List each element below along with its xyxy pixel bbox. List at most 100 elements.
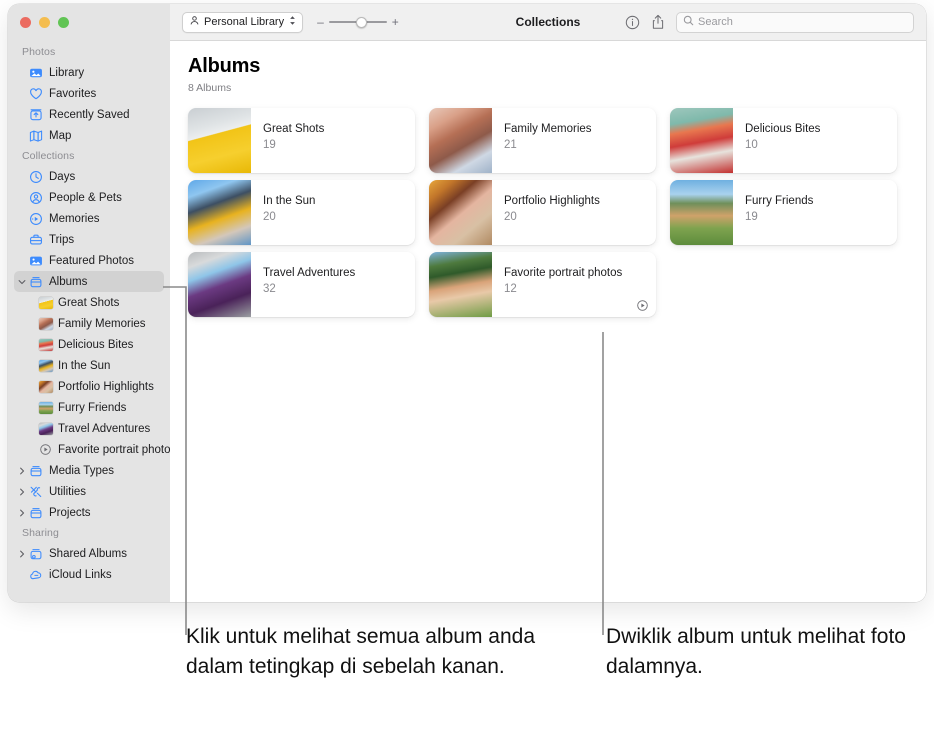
sidebar-item-label: Trips: [49, 233, 75, 246]
album-title: Furry Friends: [745, 195, 814, 207]
trips-icon: [28, 232, 43, 247]
recently-saved-icon: [28, 107, 43, 122]
minimize-button[interactable]: [39, 17, 50, 28]
sidebar-item-favorite-portrait-photos[interactable]: Favorite portrait photos: [14, 439, 176, 460]
album-thumbnail: [38, 401, 53, 414]
share-icon[interactable]: [651, 14, 665, 30]
slider-knob[interactable]: [355, 16, 367, 28]
album-card[interactable]: Family Memories 21: [429, 108, 656, 173]
album-meta: Furry Friends 19: [733, 180, 813, 245]
album-thumbnail-icon: [38, 400, 53, 415]
album-cover-image: [429, 252, 492, 317]
album-card[interactable]: Portfolio Highlights 20: [429, 180, 656, 245]
sidebar-item-icloud-links[interactable]: iCloud Links: [14, 564, 164, 585]
album-card[interactable]: Furry Friends 19: [670, 180, 897, 245]
album-meta: In the Sun 20: [251, 180, 315, 245]
album-photo-count: 21: [504, 139, 517, 151]
album-grid: Great Shots 19 Family Memories 21 Delicious …: [170, 94, 926, 317]
sidebar-item-media-types[interactable]: Media Types: [14, 460, 164, 481]
sidebar-item-label: Media Types: [49, 464, 114, 477]
chevron-updown-icon: [288, 15, 297, 29]
zoom-in-label[interactable]: +: [392, 15, 399, 29]
album-thumbnail: [38, 338, 53, 351]
smart-album-icon: [38, 442, 53, 457]
library-selector-button[interactable]: Personal Library: [182, 11, 304, 33]
album-card[interactable]: Travel Adventures 32: [188, 252, 415, 317]
zoom-button[interactable]: [58, 17, 69, 28]
toolbar-actions: Search: [625, 11, 914, 33]
sidebar-item-favorites[interactable]: Favorites: [14, 83, 164, 104]
sidebar-item-family-memories[interactable]: Family Memories: [14, 313, 164, 334]
sidebar-item-label: Map: [49, 129, 72, 142]
sidebar-item-memories[interactable]: Memories: [14, 208, 164, 229]
map-icon: [28, 128, 43, 143]
sidebar-item-delicious-bites[interactable]: Delicious Bites: [14, 334, 164, 355]
sidebar-item-albums[interactable]: Albums: [14, 271, 164, 292]
album-meta: Great Shots 19: [251, 108, 324, 173]
album-title: Delicious Bites: [745, 123, 821, 135]
chevron-right-icon[interactable]: [16, 509, 27, 517]
sidebar-item-label: Recently Saved: [49, 108, 130, 121]
sidebar-item-days[interactable]: Days: [14, 166, 164, 187]
info-icon[interactable]: [625, 15, 640, 30]
album-card[interactable]: Great Shots 19: [188, 108, 415, 173]
sidebar-item-great-shots[interactable]: Great Shots: [14, 292, 164, 313]
chevron-right-icon[interactable]: [16, 467, 27, 475]
sidebar-item-trips[interactable]: Trips: [14, 229, 164, 250]
sidebar-section-header: Sharing: [22, 527, 59, 539]
sidebar-item-furry-friends[interactable]: Furry Friends: [14, 397, 164, 418]
chevron-right-icon[interactable]: [16, 488, 27, 496]
utilities-icon: [28, 484, 43, 499]
sidebar-item-in-the-sun[interactable]: In the Sun: [14, 355, 164, 376]
albums-content: Albums 8 Albums Great Shots 19 Family Memo…: [170, 41, 926, 602]
thumbnail-size-slider[interactable]: [328, 16, 387, 28]
thumbnail-size-control[interactable]: – +: [317, 15, 399, 29]
album-title: In the Sun: [263, 195, 316, 207]
photos-app-window: Photos Library Favorites Recently Saved Map C…: [8, 4, 926, 602]
sidebar-item-people-pets[interactable]: People & Pets: [14, 187, 164, 208]
album-count-subtitle: 8 Albums: [188, 82, 232, 94]
close-button[interactable]: [20, 17, 31, 28]
chevron-right-icon[interactable]: [16, 550, 27, 558]
album-meta: Family Memories 21: [492, 108, 592, 173]
album-cover-image: [429, 108, 492, 173]
album-photo-count: 32: [263, 283, 276, 295]
sidebar-section-header: Photos: [22, 46, 56, 58]
album-card[interactable]: In the Sun 20: [188, 180, 415, 245]
album-photo-count: 19: [263, 139, 276, 151]
media-types-icon: [28, 463, 43, 478]
sidebar-item-featured-photos[interactable]: Featured Photos: [14, 250, 164, 271]
albums-icon: [28, 274, 43, 289]
sidebar-item-label: Memories: [49, 212, 100, 225]
sidebar-item-travel-adventures[interactable]: Travel Adventures: [14, 418, 164, 439]
sidebar-item-shared-albums[interactable]: Shared Albums: [14, 543, 164, 564]
sidebar-list[interactable]: Photos Library Favorites Recently Saved Map C…: [8, 28, 176, 585]
search-input[interactable]: Search: [676, 11, 914, 33]
library-icon: [28, 65, 43, 80]
screenshot-root: Photos Library Favorites Recently Saved Map C…: [0, 0, 934, 732]
sidebar-item-label: Projects: [49, 506, 91, 519]
album-card[interactable]: Favorite portrait photos 12: [429, 252, 656, 317]
zoom-out-label[interactable]: –: [317, 15, 324, 29]
album-photo-count: 19: [745, 211, 758, 223]
shared-albums-icon: [28, 546, 43, 561]
chevron-down-icon[interactable]: [16, 278, 27, 286]
sidebar-item-label: Favorites: [49, 87, 97, 100]
sidebar-item-map[interactable]: Map: [14, 125, 164, 146]
album-thumbnail-icon: [38, 379, 53, 394]
sidebar-item-library[interactable]: Library: [14, 62, 164, 83]
sidebar-item-label: Delicious Bites: [58, 338, 134, 351]
album-card[interactable]: Delicious Bites 10: [670, 108, 897, 173]
sidebar-item-label: Days: [49, 170, 76, 183]
album-photo-count: 12: [504, 283, 517, 295]
person-circle-icon: [28, 190, 43, 205]
sidebar-item-projects[interactable]: Projects: [14, 502, 164, 523]
sidebar-item-utilities[interactable]: Utilities: [14, 481, 164, 502]
smart-album-icon: [636, 299, 649, 312]
main-pane: Personal Library – + Collections Search …: [170, 4, 926, 602]
sidebar-item-recently-saved[interactable]: Recently Saved: [14, 104, 164, 125]
album-thumbnail-icon: [38, 316, 53, 331]
sidebar-item-portfolio-highlights[interactable]: Portfolio Highlights: [14, 376, 164, 397]
sidebar-item-label: Shared Albums: [49, 547, 127, 560]
album-thumbnail: [38, 317, 53, 330]
